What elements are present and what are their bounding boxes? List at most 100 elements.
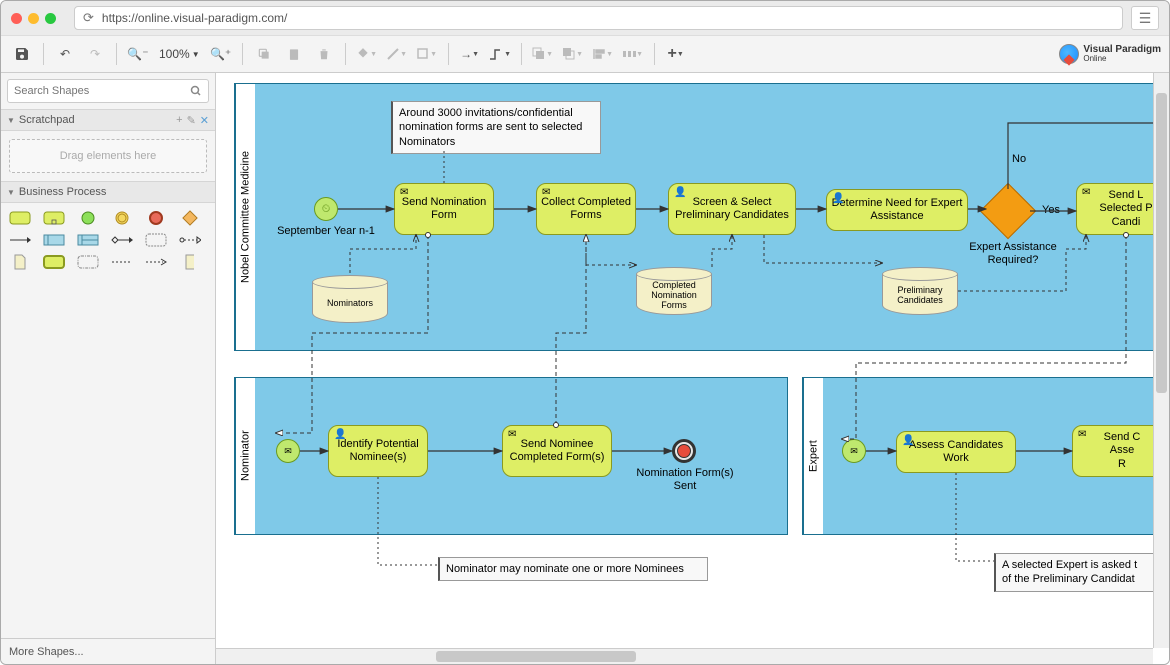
start-date-label: September Year n-1	[266, 225, 386, 238]
zoom-out-button[interactable]: 🔍⁻	[125, 41, 151, 67]
shape-subprocess[interactable]	[43, 211, 65, 225]
add-button[interactable]: +▼	[663, 41, 689, 67]
canvas[interactable]: Nobel Committee Medicine Around 3000 inv…	[216, 73, 1169, 664]
msg-start-expert[interactable]: ✉	[842, 439, 866, 463]
datastore-completed[interactable]: Completed Nomination Forms	[636, 267, 712, 315]
annotation-invites[interactable]: Around 3000 invitations/confidential nom…	[391, 101, 601, 154]
to-back-button[interactable]: ▼	[560, 41, 586, 67]
datastore-preliminary[interactable]: Preliminary Candidates	[882, 267, 958, 315]
scratchpad-edit-icon[interactable]: ✎	[187, 114, 196, 127]
send-task-icon: ✉	[1078, 429, 1086, 441]
shape-task[interactable]	[9, 211, 31, 225]
scratchpad-label: Scratchpad	[19, 114, 75, 126]
end-event-nominator[interactable]	[672, 439, 696, 463]
task-assess[interactable]: 👤Assess Candidates Work	[896, 431, 1016, 473]
connector-end-button[interactable]: →▼	[457, 41, 483, 67]
search-shapes-input[interactable]	[7, 79, 209, 103]
timer-icon	[322, 203, 331, 216]
stroke-button[interactable]: ▼	[384, 41, 410, 67]
to-front-button[interactable]: ▼	[530, 41, 556, 67]
gateway-label: Expert Assistance Required?	[968, 241, 1058, 267]
pool-label-expert: Expert	[803, 378, 823, 534]
zoom-in-button[interactable]: 🔍⁺	[208, 41, 234, 67]
main-area: ▼ Scratchpad + ✎ ✕ Drag elements here ▼ …	[1, 73, 1169, 664]
shape-data-object[interactable]	[9, 255, 31, 269]
shadow-button[interactable]: ▼	[414, 41, 440, 67]
save-button[interactable]	[9, 41, 35, 67]
scratchpad-dropzone[interactable]: Drag elements here	[9, 139, 207, 173]
scroll-thumb-v[interactable]	[1156, 93, 1167, 393]
shape-gateway[interactable]	[179, 211, 201, 225]
close-dot[interactable]	[11, 13, 22, 24]
paste-button[interactable]	[281, 41, 307, 67]
shape-pool-lanes[interactable]	[77, 233, 99, 247]
shape-sequence-flow[interactable]	[9, 233, 31, 247]
undo-button[interactable]: ↶	[52, 41, 78, 67]
shape-assoc-dir[interactable]	[145, 255, 167, 269]
shape-palette	[1, 203, 215, 277]
maximize-dot[interactable]	[45, 13, 56, 24]
copy-button[interactable]	[251, 41, 277, 67]
reload-icon[interactable]: ⟳	[83, 10, 94, 26]
hamburger-menu[interactable]: ☰	[1131, 6, 1159, 30]
minimize-dot[interactable]	[28, 13, 39, 24]
vp-logo-icon	[1059, 44, 1079, 64]
task-screen[interactable]: 👤Screen & Select Preliminary Candidates	[668, 183, 796, 235]
send-task-icon: ✉	[400, 187, 408, 199]
window-controls	[11, 13, 56, 24]
shape-assoc[interactable]	[111, 255, 133, 269]
shape-call-activity[interactable]	[43, 255, 65, 269]
gateway-yes: Yes	[1042, 204, 1060, 217]
shape-pool-h[interactable]	[43, 233, 65, 247]
scratchpad-close-icon[interactable]: ✕	[200, 114, 209, 127]
diagram: Nobel Committee Medicine Around 3000 inv…	[216, 73, 1169, 664]
task-send-nominee[interactable]: ✉Send Nominee Completed Form(s)	[502, 425, 612, 477]
scratchpad-add-icon[interactable]: +	[176, 114, 182, 127]
scrollbar-vertical[interactable]	[1153, 73, 1169, 648]
scroll-thumb-h[interactable]	[436, 651, 636, 662]
connector-style-button[interactable]: ▼	[487, 41, 513, 67]
forms-sent-label: Nomination Form(s) Sent	[630, 467, 740, 493]
titlebar: ⟳ https://online.visual-paradigm.com/ ☰	[1, 1, 1169, 35]
zoom-level[interactable]: 100% ▼	[155, 47, 204, 61]
url-bar[interactable]: ⟳ https://online.visual-paradigm.com/	[74, 6, 1123, 30]
send-task-icon: ✉	[1082, 187, 1090, 199]
shape-annotation[interactable]	[179, 255, 201, 269]
shape-group[interactable]	[77, 255, 99, 269]
message-icon: ✉	[284, 446, 292, 457]
datastore-nominators[interactable]: Nominators	[312, 275, 388, 323]
task-send-form[interactable]: ✉Send Nomination Form	[394, 183, 494, 235]
task-collect-forms[interactable]: ✉Collect Completed Forms	[536, 183, 636, 235]
app-window: ⟳ https://online.visual-paradigm.com/ ☰ …	[0, 0, 1170, 665]
shape-intermediate-event[interactable]	[111, 211, 133, 225]
scratchpad-header[interactable]: ▼ Scratchpad + ✎ ✕	[1, 109, 215, 131]
shape-event-sub[interactable]	[145, 233, 167, 247]
brand-logo-area: Visual ParadigmOnline	[1059, 44, 1161, 64]
annotation-nominator[interactable]: Nominator may nominate one or more Nomin…	[438, 557, 708, 581]
delete-button[interactable]	[311, 41, 337, 67]
distribute-button[interactable]: ▼	[620, 41, 646, 67]
start-event-timer[interactable]	[314, 197, 338, 221]
shape-end-event[interactable]	[145, 211, 167, 225]
pool-label-nominator: Nominator	[235, 378, 255, 534]
canvas-wrapper: Nobel Committee Medicine Around 3000 inv…	[216, 73, 1169, 664]
annotation-expert[interactable]: A selected Expert is asked t of the Prel…	[994, 553, 1169, 592]
task-identify[interactable]: 👤Identify Potential Nominee(s)	[328, 425, 428, 477]
toolbar: ↶ ↷ 🔍⁻ 100% ▼ 🔍⁺ ▼ ▼ ▼ →▼ ▼ ▼ ▼ ▼ ▼ +▼ V…	[1, 35, 1169, 73]
scrollbar-horizontal[interactable]	[216, 648, 1153, 664]
redo-button[interactable]: ↷	[82, 41, 108, 67]
user-task-icon: 👤	[902, 435, 914, 447]
shape-message-flow[interactable]	[179, 233, 201, 247]
msg-start-nominator[interactable]: ✉	[276, 439, 300, 463]
shape-conditional-flow[interactable]	[111, 233, 133, 247]
url-text: https://online.visual-paradigm.com/	[102, 11, 287, 25]
more-shapes-link[interactable]: More Shapes...	[1, 638, 215, 664]
task-determine-need[interactable]: 👤Determine Need for Expert Assistance	[826, 189, 968, 231]
brand-sub: Online	[1083, 55, 1161, 63]
user-task-icon: 👤	[334, 429, 346, 441]
shape-start-event[interactable]	[77, 211, 99, 225]
align-button[interactable]: ▼	[590, 41, 616, 67]
palette-header[interactable]: ▼ Business Process	[1, 181, 215, 203]
user-task-icon: 👤	[832, 193, 844, 205]
fill-button[interactable]: ▼	[354, 41, 380, 67]
